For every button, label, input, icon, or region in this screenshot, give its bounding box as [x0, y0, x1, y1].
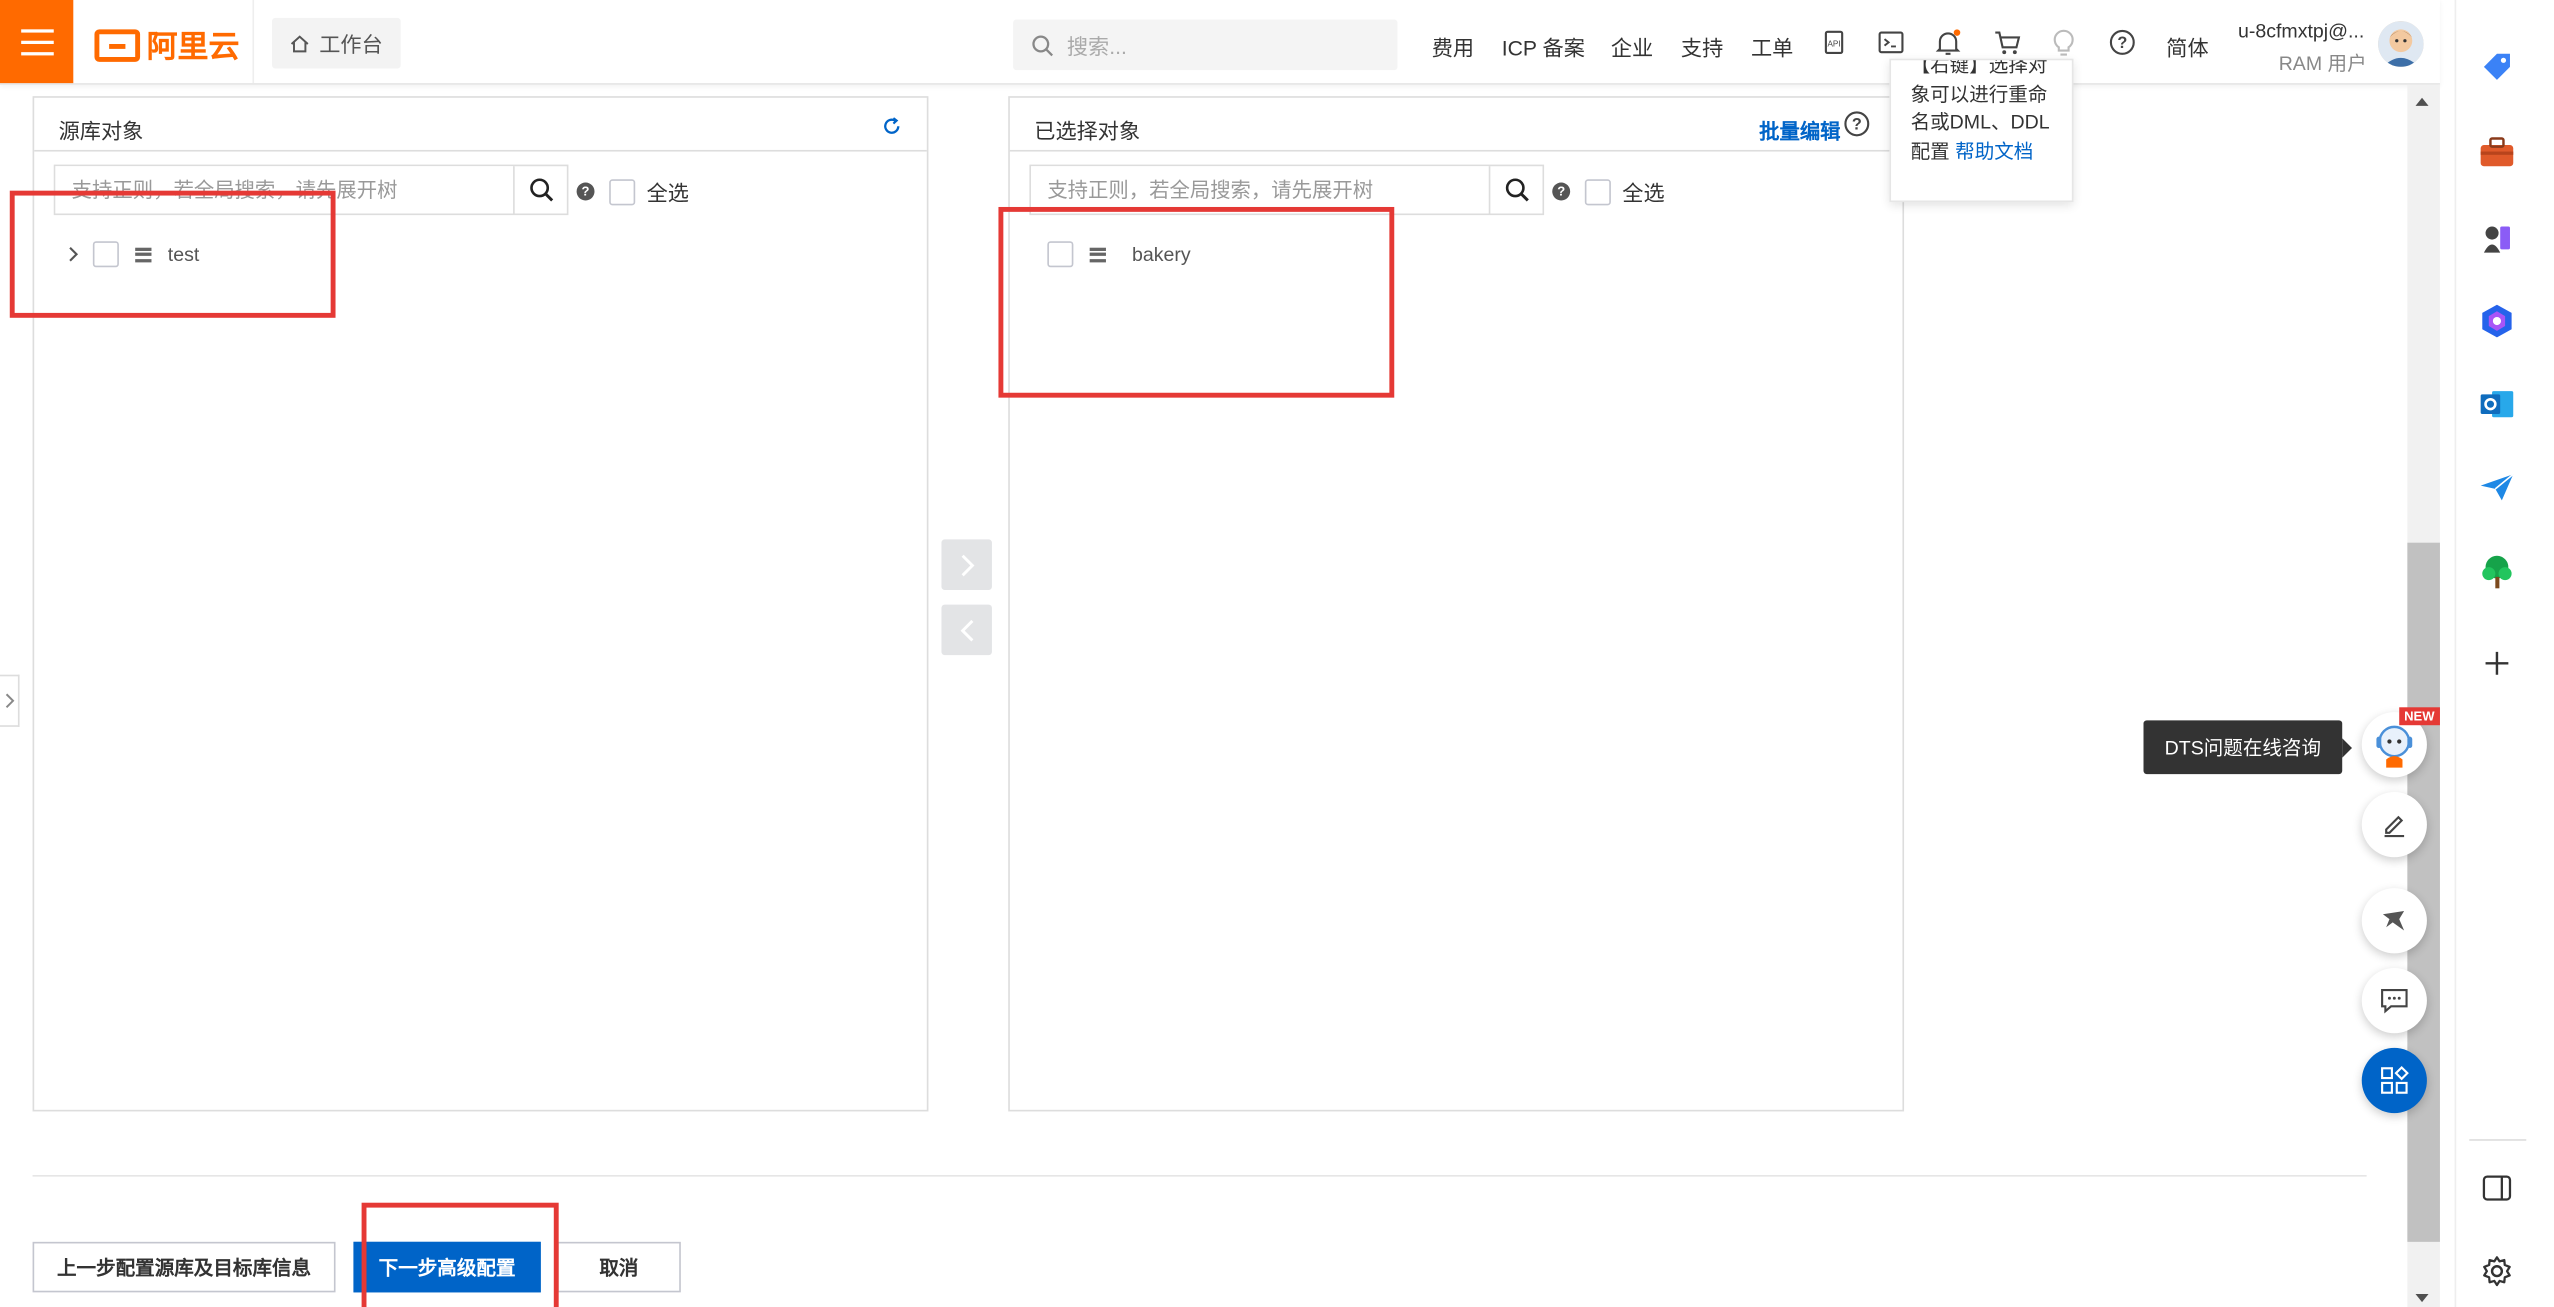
source-search-button[interactable] — [513, 166, 567, 214]
tag-icon[interactable] — [2479, 49, 2515, 85]
source-select-all[interactable]: 全选 — [609, 176, 689, 207]
apps-button[interactable] — [2361, 1047, 2427, 1114]
highlight-box — [9, 190, 336, 318]
selected-select-all-label: 全选 — [1622, 180, 1665, 206]
selected-search-button[interactable] — [1488, 166, 1543, 214]
selected-panel-header: 已选择对象 批量编辑 ? — [1009, 98, 1903, 152]
chat-icon — [2381, 988, 2408, 1014]
help-icon[interactable]: ? — [2108, 28, 2137, 57]
settings-icon[interactable] — [2479, 1253, 2515, 1289]
copilot-icon[interactable] — [2479, 303, 2515, 339]
aliyun-logo-mark-icon — [94, 28, 141, 62]
search-icon — [1505, 178, 1529, 202]
move-left-button[interactable] — [941, 604, 992, 656]
footer-divider — [32, 1175, 2367, 1177]
source-select-all-checkbox[interactable] — [609, 178, 636, 205]
chevron-right-icon — [5, 693, 14, 708]
move-right-button[interactable] — [941, 539, 992, 590]
bell-icon[interactable] — [1933, 28, 1962, 57]
svg-text:?: ? — [1852, 116, 1862, 134]
nav-ticket[interactable]: 工单 — [1751, 31, 1793, 62]
api-icon[interactable]: API — [1819, 28, 1848, 57]
hamburger-menu-button[interactable] — [0, 0, 74, 84]
send-icon[interactable] — [2479, 469, 2515, 505]
scroll-up-icon[interactable] — [2414, 95, 2430, 108]
nav-icp[interactable]: ICP 备案 — [1502, 31, 1585, 62]
tree-icon[interactable] — [2479, 554, 2515, 590]
search-placeholder: 搜索... — [1066, 34, 1127, 59]
selected-panel-title: 已选择对象 — [1034, 118, 1141, 144]
global-search-input[interactable]: 搜索... — [1013, 19, 1398, 71]
highlight-box — [361, 1202, 559, 1307]
workbench-button[interactable]: 工作台 — [272, 17, 401, 69]
tooltip-text: 配置 — [1910, 139, 1950, 163]
help-doc-link[interactable]: 帮助文档 — [1955, 139, 2033, 162]
tooltip-line: 象可以进行重命 — [1910, 82, 2048, 106]
search-icon — [529, 178, 553, 202]
language-switch[interactable]: 简体 — [2166, 31, 2208, 62]
outlook-icon[interactable] — [2479, 386, 2515, 422]
robot-assistant-icon — [2376, 725, 2413, 768]
nav-enterprise[interactable]: 企业 — [1611, 31, 1653, 62]
nav-fees[interactable]: 费用 — [1432, 31, 1474, 62]
svg-text:API: API — [1827, 39, 1840, 48]
batch-edit-link[interactable]: 批量编辑 — [1759, 114, 1840, 145]
home-icon — [290, 34, 309, 52]
terminal-icon[interactable] — [1876, 28, 1905, 57]
avatar[interactable] — [2378, 21, 2424, 67]
source-panel-title: 源库对象 — [58, 118, 144, 144]
scrollbar-thumb[interactable] — [2407, 542, 2440, 1242]
source-panel-header: 源库对象 — [34, 98, 927, 152]
top-bar: 阿里云 工作台 搜索... 费用 ICP 备案 企业 支持 工单 API ? 简… — [0, 0, 2440, 85]
search-icon — [1032, 34, 1054, 56]
chevron-left-icon — [959, 619, 973, 641]
plus-icon[interactable] — [2479, 645, 2515, 681]
new-badge: NEW — [2399, 707, 2440, 726]
source-select-all-label: 全选 — [646, 180, 690, 206]
selected-select-all-checkbox[interactable] — [1584, 178, 1611, 205]
bird-icon — [2382, 911, 2405, 931]
page: 阿里云 工作台 搜索... 费用 ICP 备案 企业 支持 工单 API ? 简… — [0, 0, 2554, 1307]
divider — [252, 0, 255, 84]
help-circle-icon[interactable]: ? — [1844, 111, 1870, 137]
chat-button[interactable] — [2361, 968, 2427, 1034]
selected-select-all[interactable]: 全选 — [1584, 176, 1665, 207]
nav-support[interactable]: 支持 — [1681, 31, 1723, 62]
toolbox-icon[interactable] — [2479, 135, 2515, 171]
highlight-box — [998, 206, 1395, 398]
aliyun-logo[interactable]: 阿里云 — [94, 23, 239, 67]
scroll-down-icon[interactable] — [2414, 1292, 2430, 1305]
prev-step-button[interactable]: 上一步配置源库及目标库信息 — [32, 1241, 336, 1293]
lightbulb-icon[interactable] — [2049, 28, 2078, 57]
sidebar-divider — [2469, 1139, 2527, 1141]
cancel-button[interactable]: 取消 — [557, 1241, 681, 1293]
side-collapse-handle[interactable] — [0, 674, 20, 727]
apps-icon — [2381, 1065, 2409, 1094]
logo-text: 阿里云 — [146, 30, 240, 66]
tooltip-line: 【右键】选择对 — [1910, 58, 2048, 77]
workbench-label: 工作台 — [319, 32, 383, 58]
cart-icon[interactable] — [1992, 28, 2021, 57]
dts-consult-tooltip: DTS问题在线咨询 — [2143, 720, 2352, 775]
tooltip-line: 配置 帮助文档 — [1911, 138, 2056, 167]
chevron-right-icon — [960, 553, 974, 576]
chess-icon[interactable] — [2479, 220, 2515, 256]
svg-text:?: ? — [2117, 34, 2127, 52]
refresh-icon[interactable] — [883, 117, 901, 135]
sidebar-toggle-icon[interactable] — [2479, 1170, 2515, 1206]
feedback-edit-button[interactable] — [2361, 792, 2427, 858]
regex-help-icon[interactable]: ? — [1552, 182, 1571, 201]
user-role: RAM 用户 — [2278, 52, 2367, 75]
pencil-icon — [2384, 815, 2405, 838]
regex-help-icon[interactable]: ? — [576, 182, 595, 201]
batch-edit-tooltip: 【右键】选择对 象可以进行重命 名或DML、DDL 配置 帮助文档 — [1889, 58, 2074, 203]
user-name[interactable]: u-8cfmxtpj@... — [2238, 20, 2364, 43]
tooltip-line: 名或DML、DDL — [1910, 110, 2050, 134]
bird-button[interactable] — [2361, 888, 2427, 954]
